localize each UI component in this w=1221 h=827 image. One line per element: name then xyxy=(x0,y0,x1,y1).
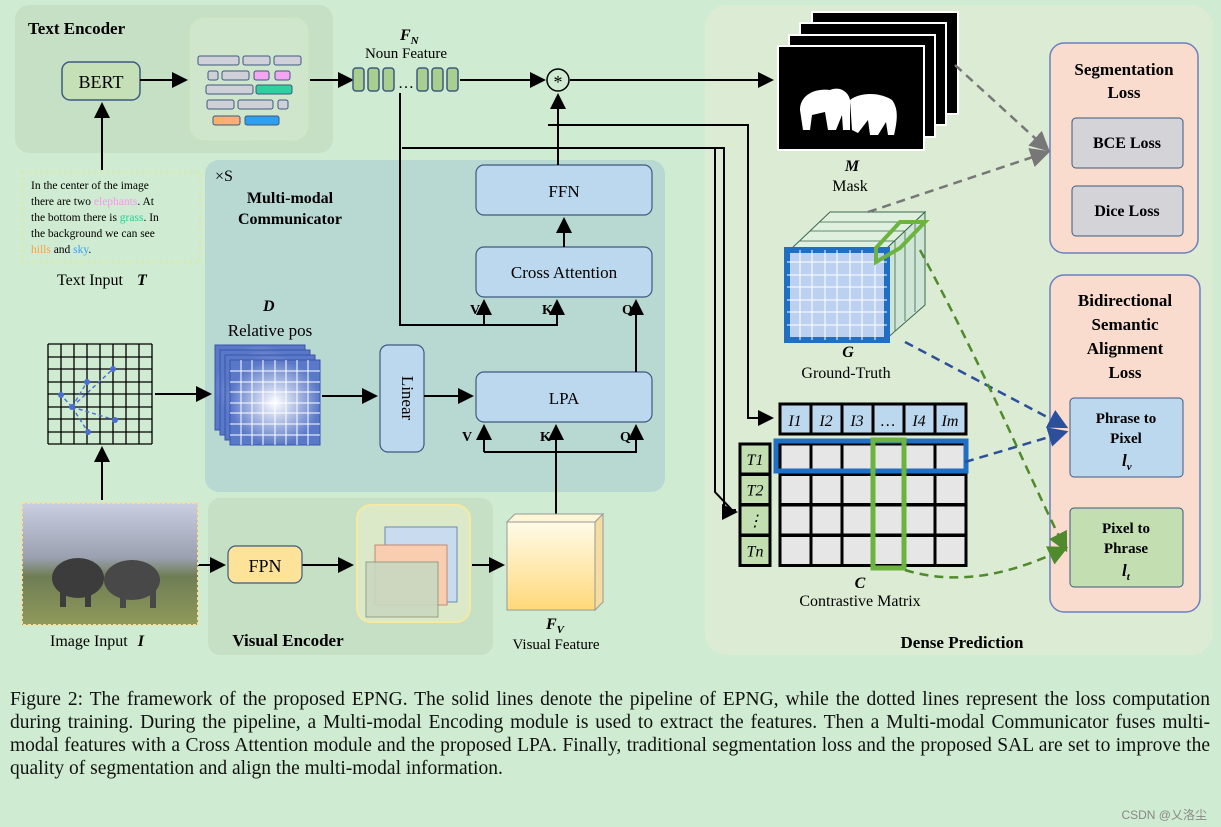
seg-loss-title-2: Loss xyxy=(1107,83,1140,102)
v-label-ca: V xyxy=(470,303,480,318)
gt-label: Ground-Truth xyxy=(801,365,890,382)
matrix-cell xyxy=(933,503,968,537)
position-grid-icon xyxy=(47,343,153,445)
matrix-symbol: C xyxy=(855,575,866,592)
matrix-cell xyxy=(871,503,906,537)
matrix-cell xyxy=(871,534,906,567)
matrix-cell xyxy=(778,503,813,537)
q-label-lpa: Q xyxy=(620,430,631,445)
figure: Text Encoder BERT FN Noun Feature … * In… xyxy=(0,0,1221,827)
sal-title-1: Bidirectional xyxy=(1078,291,1172,310)
matrix-cell xyxy=(902,534,937,567)
image-input-label: Image Input I xyxy=(50,633,145,650)
matrix-cell xyxy=(840,473,875,506)
sal-title-2: Semantic xyxy=(1091,315,1159,334)
matrix-row-label: T1 xyxy=(747,452,764,469)
matrix-label: Contrastive Matrix xyxy=(799,593,920,610)
matrix-row-label: Tn xyxy=(747,544,764,561)
mask-stack xyxy=(777,11,959,151)
visual-feature-cube xyxy=(505,512,605,612)
matrix-cell xyxy=(809,503,844,537)
lpa-label: LPA xyxy=(549,389,580,408)
matrix-col-label: I4 xyxy=(911,413,925,430)
v-label-lpa: V xyxy=(462,430,472,445)
repeat-label: ×S xyxy=(215,168,233,185)
cross-attention-label: Cross Attention xyxy=(511,263,618,282)
matrix-cell xyxy=(933,534,968,567)
matrix-cell xyxy=(840,534,875,567)
dense-prediction-title: Dense Prediction xyxy=(901,633,1024,652)
noun-feature-symbol: FN xyxy=(399,27,420,47)
fpn-label: FPN xyxy=(248,556,281,576)
visual-encoder-title: Visual Encoder xyxy=(232,631,344,650)
token-embedding-icon xyxy=(189,17,309,141)
visual-feature-label: Visual Feature xyxy=(513,637,600,653)
seg-loss-title: Segmentation xyxy=(1074,60,1174,79)
mask-symbol: M xyxy=(844,158,860,175)
matrix-col-label: Im xyxy=(941,413,959,430)
matrix-cell xyxy=(809,534,844,567)
communicator-title-2: Communicator xyxy=(238,211,342,228)
matrix-col-label: … xyxy=(881,413,895,430)
matrix-col-label: I3 xyxy=(849,413,863,430)
image-input-photo xyxy=(21,502,199,626)
matrix-cell xyxy=(902,503,937,537)
matrix-cell xyxy=(902,473,937,506)
relative-pos-symbol: D xyxy=(262,298,275,315)
watermark: CSDN @乂洛尘 xyxy=(1121,808,1207,822)
multiply-symbol: * xyxy=(554,72,563,92)
dice-loss-label: Dice Loss xyxy=(1094,203,1159,220)
phrase-to-pixel-label-2: Pixel xyxy=(1110,431,1142,447)
k-label-lpa: K xyxy=(540,430,551,445)
sal-title-3: Alignment xyxy=(1087,339,1164,358)
matrix-cell xyxy=(809,473,844,506)
linear-label: Linear xyxy=(398,376,417,421)
matrix-cell xyxy=(933,473,968,506)
communicator-title: Multi-modal xyxy=(247,190,334,207)
q-label-ca: Q xyxy=(622,303,633,318)
mask-label: Mask xyxy=(832,178,868,195)
matrix-cell xyxy=(778,473,813,506)
noun-feature-label: Noun Feature xyxy=(365,46,447,62)
ffn-label: FFN xyxy=(548,182,579,201)
pixel-to-phrase-label-2: Phrase xyxy=(1104,541,1149,557)
gt-symbol: G xyxy=(842,344,854,361)
bce-loss-label: BCE Loss xyxy=(1093,135,1161,152)
noun-feature-ellipsis: … xyxy=(398,75,414,92)
text-input-content: In the center of the image there are two… xyxy=(31,180,162,256)
matrix-cell xyxy=(840,503,875,537)
bert-label: BERT xyxy=(79,72,124,92)
figure-caption: Figure 2: The framework of the proposed … xyxy=(10,689,1210,779)
matrix-col-label: I2 xyxy=(818,413,832,430)
multiscale-feature-stack xyxy=(356,504,471,623)
phrase-to-pixel-label: Phrase to xyxy=(1096,411,1156,427)
pixel-to-phrase-label: Pixel to xyxy=(1102,521,1150,537)
matrix-row-label: T2 xyxy=(747,483,764,500)
relative-pos-label: Relative pos xyxy=(228,321,313,340)
matrix-row-label: ⋮ xyxy=(747,513,763,530)
framework-diagram: Text Encoder BERT FN Noun Feature … * In… xyxy=(15,5,1213,655)
text-input-label: Text Input T xyxy=(57,272,148,289)
matrix-col-label: I1 xyxy=(787,413,801,430)
k-label-ca: K xyxy=(542,303,553,318)
text-encoder-title: Text Encoder xyxy=(28,19,126,38)
sal-title-4: Loss xyxy=(1108,363,1141,382)
visual-feature-symbol: FV xyxy=(545,616,566,636)
matrix-cell xyxy=(871,473,906,506)
matrix-cell xyxy=(778,534,813,567)
relative-pos-tensor xyxy=(214,344,321,446)
